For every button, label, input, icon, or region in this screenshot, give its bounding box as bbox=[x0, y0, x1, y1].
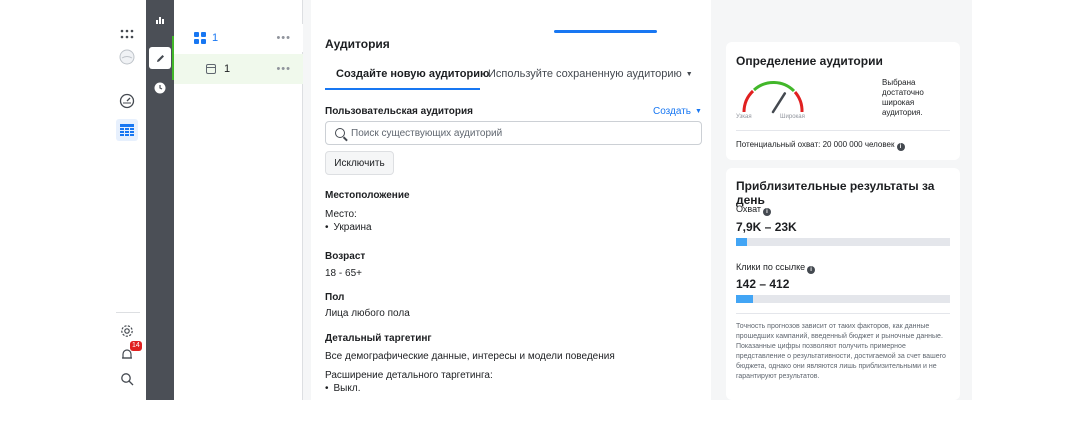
info-icon[interactable]: i bbox=[896, 143, 905, 151]
tree-adset-row[interactable]: 1 ••• bbox=[174, 54, 303, 84]
location-value: Украина bbox=[325, 222, 372, 233]
audience-search-placeholder: Поиск существующих аудиторий bbox=[351, 127, 503, 139]
targeting-expansion-value: Выкл. bbox=[325, 383, 361, 394]
notifications-badge: 14 bbox=[130, 341, 142, 351]
gauge-needle bbox=[771, 92, 787, 114]
search-icon[interactable] bbox=[116, 368, 138, 390]
ads-manager-table-icon[interactable] bbox=[116, 119, 138, 141]
history-clock-icon[interactable] bbox=[149, 77, 171, 99]
info-icon[interactable]: i bbox=[807, 266, 816, 274]
settings-gear-icon[interactable] bbox=[116, 320, 138, 342]
left-icon-rail: 14 bbox=[108, 0, 146, 400]
tree-campaign-row[interactable]: 1 ••• bbox=[174, 24, 303, 52]
forecast-disclaimer: Точность прогнозов зависит от таких факт… bbox=[736, 323, 946, 380]
create-audience-label: Создать bbox=[653, 106, 692, 117]
reach-bar-fill bbox=[736, 238, 747, 246]
adset-more-icon[interactable]: ••• bbox=[276, 63, 291, 75]
campaign-label: 1 bbox=[212, 32, 219, 44]
targeting-expansion-label: Расширение детального таргетинга: bbox=[325, 370, 493, 381]
audience-definition-divider bbox=[736, 130, 950, 131]
notifications-bell-icon[interactable]: 14 bbox=[116, 341, 142, 366]
gender-heading: Пол bbox=[325, 292, 345, 303]
search-icon bbox=[335, 128, 345, 138]
reach-label: Охват i bbox=[736, 204, 772, 216]
reach-value: 7,9K – 23K bbox=[736, 220, 797, 234]
gauge-narrow-label: Узкая bbox=[736, 114, 752, 120]
chevron-down-icon: ▼ bbox=[695, 108, 702, 115]
potential-reach-text: Потенциальный охват: 20 000 000 человек bbox=[736, 140, 895, 149]
edit-pencil-icon[interactable] bbox=[149, 47, 171, 69]
tab-create-new-audience[interactable]: Создайте новую аудиторию bbox=[336, 68, 489, 80]
audience-title: Аудитория bbox=[325, 37, 390, 51]
detailed-targeting-heading: Детальный таргетинг bbox=[325, 333, 432, 344]
campaign-more-icon[interactable]: ••• bbox=[276, 32, 291, 44]
clicks-bar bbox=[736, 295, 950, 303]
location-heading: Местоположение bbox=[325, 190, 410, 201]
gender-value: Лица любого пола bbox=[325, 308, 410, 319]
reach-label-text: Охват bbox=[736, 204, 762, 214]
active-tab-underline bbox=[325, 88, 480, 90]
exclude-button[interactable]: Исключить bbox=[325, 151, 394, 175]
tab-use-saved-label: Используйте сохраненную аудиторию bbox=[488, 68, 682, 80]
adset-label: 1 bbox=[224, 63, 231, 75]
daily-results-card: Приблизительные результаты за день Охват… bbox=[726, 168, 960, 400]
right-sidebar: Определение аудитории Узкая Широкая Выбр… bbox=[712, 0, 972, 400]
top-scroll-indicator bbox=[554, 30, 657, 33]
clicks-value: 142 – 412 bbox=[736, 277, 790, 291]
audience-size-gauge bbox=[742, 80, 804, 114]
account-avatar-icon[interactable] bbox=[116, 46, 138, 68]
chart-bars-icon[interactable] bbox=[149, 14, 171, 26]
audience-search-input[interactable]: Поиск существующих аудиторий bbox=[325, 121, 702, 145]
audience-definition-description: Выбрана достаточно широкая аудитория. bbox=[882, 78, 924, 117]
campaign-icon bbox=[194, 32, 206, 44]
info-icon[interactable]: i bbox=[763, 208, 772, 216]
apps-grid-icon[interactable] bbox=[116, 23, 138, 45]
dashboard-gauge-icon[interactable] bbox=[116, 90, 138, 112]
clicks-label: Клики по ссылке i bbox=[736, 262, 816, 274]
tool-strip bbox=[146, 0, 174, 400]
location-place-label: Место: bbox=[325, 209, 357, 220]
reach-bar bbox=[736, 238, 950, 246]
custom-audience-label: Пользовательская аудитория bbox=[325, 106, 473, 117]
age-heading: Возраст bbox=[325, 251, 366, 262]
age-value: 18 - 65+ bbox=[325, 268, 362, 279]
clicks-label-text: Клики по ссылке bbox=[736, 262, 806, 272]
rail-divider bbox=[116, 312, 140, 313]
gauge-wide-label: Широкая bbox=[780, 114, 805, 120]
clicks-bar-fill bbox=[736, 295, 754, 303]
main-content: Аудитория Создайте новую аудиторию Испол… bbox=[303, 0, 712, 400]
daily-results-divider bbox=[736, 313, 950, 314]
audience-definition-card: Определение аудитории Узкая Широкая Выбр… bbox=[726, 42, 960, 160]
daily-results-title: Приблизительные результаты за день bbox=[736, 179, 935, 207]
tab-use-saved-audience[interactable]: Используйте сохраненную аудиторию ▼ bbox=[488, 68, 693, 80]
chevron-down-icon: ▼ bbox=[685, 71, 693, 78]
adset-icon bbox=[206, 64, 216, 74]
potential-reach: Потенциальный охват: 20 000 000 человек i bbox=[736, 140, 905, 151]
detailed-targeting-value: Все демографические данные, интересы и м… bbox=[325, 351, 615, 362]
audience-definition-title: Определение аудитории bbox=[736, 54, 883, 68]
create-audience-dropdown[interactable]: Создать ▼ bbox=[653, 106, 702, 117]
campaign-tree: 1 ••• 1 ••• bbox=[174, 0, 303, 400]
audience-card: Аудитория Создайте новую аудиторию Испол… bbox=[311, 0, 711, 400]
